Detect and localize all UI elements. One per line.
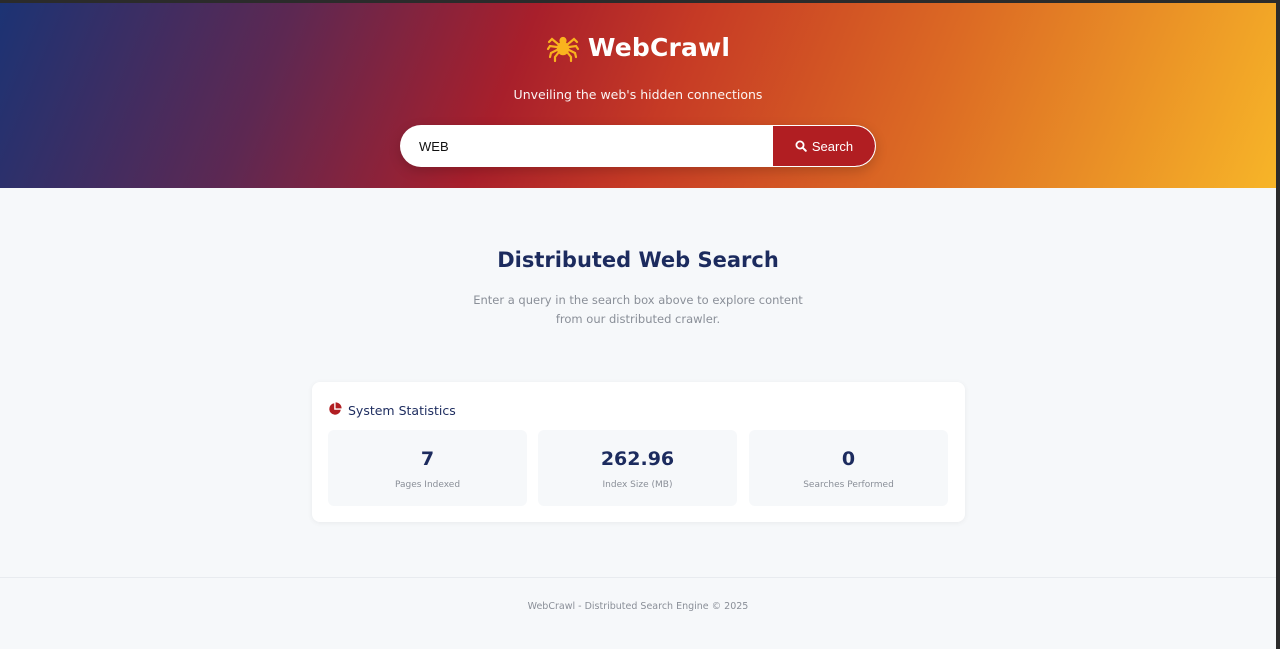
- pie-chart-icon: [328, 401, 342, 420]
- page-title: Distributed Web Search: [497, 248, 779, 272]
- stats-title: System Statistics: [348, 403, 456, 418]
- system-statistics-card: System Statistics 7 Pages Indexed 262.96…: [312, 382, 965, 522]
- stat-value: 0: [841, 448, 856, 470]
- search-icon: [795, 140, 807, 152]
- scrollbar[interactable]: [1276, 3, 1280, 649]
- search-button-label: Search: [811, 138, 854, 154]
- page-description: Enter a query in the search box above to…: [473, 293, 803, 326]
- tagline: Unveiling the web's hidden connections: [513, 87, 763, 102]
- stat-pages-indexed: 7 Pages Indexed: [328, 430, 527, 506]
- stat-value: 7: [420, 448, 435, 470]
- stat-value: 262.96: [600, 448, 675, 470]
- footer: WebCrawl - Distributed Search Engine © 2…: [527, 601, 749, 612]
- stats-header: System Statistics: [328, 401, 456, 420]
- stat-label: Index Size (MB): [602, 480, 673, 490]
- stat-label: Pages Indexed: [394, 480, 461, 490]
- search-bar: Search: [400, 125, 876, 167]
- stat-index-size: 262.96 Index Size (MB): [538, 430, 737, 506]
- footer-divider: [0, 577, 1276, 578]
- hero-header: WebCrawl Unveiling the web's hidden conn…: [0, 3, 1276, 188]
- search-button[interactable]: Search: [773, 126, 875, 166]
- search-input[interactable]: [401, 126, 773, 166]
- brand: WebCrawl: [0, 30, 1276, 64]
- page: WebCrawl Unveiling the web's hidden conn…: [0, 3, 1276, 649]
- stat-searches-performed: 0 Searches Performed: [749, 430, 948, 506]
- stat-label: Searches Performed: [803, 480, 894, 490]
- brand-title: WebCrawl: [587, 32, 731, 62]
- spider-icon: [546, 30, 580, 64]
